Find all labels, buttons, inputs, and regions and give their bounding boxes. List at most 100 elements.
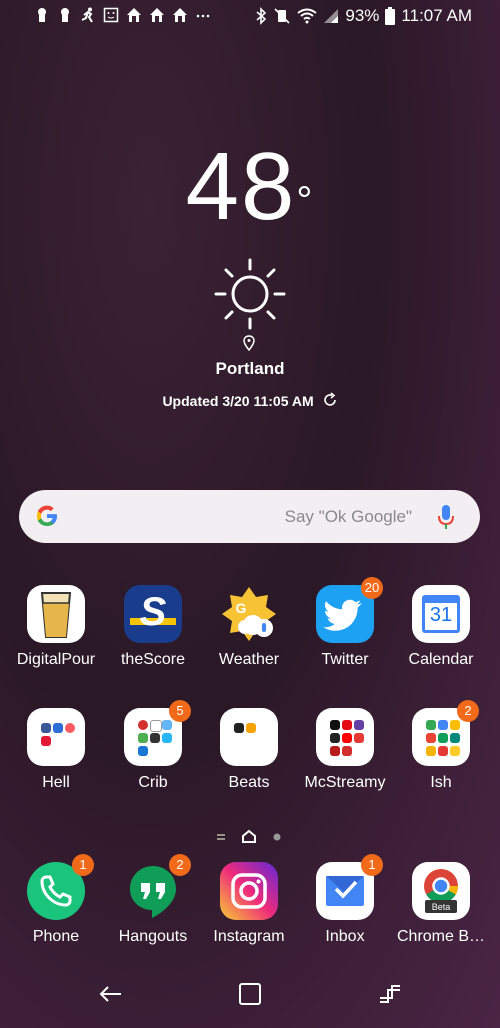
- updated-text: Updated 3/20 11:05 AM: [162, 393, 314, 409]
- folder-icon: 5: [124, 700, 191, 766]
- mini-app-icon: [450, 733, 460, 743]
- temperature-value: 48: [185, 133, 297, 240]
- folder-icon: 2: [412, 700, 479, 766]
- folder-icon: [316, 708, 374, 766]
- app-label: Crib: [138, 774, 168, 791]
- vibrate-mute-icon: [274, 8, 290, 24]
- folder-hell[interactable]: Hell: [8, 708, 104, 792]
- mini-app-icon: [426, 746, 436, 756]
- temperature: 48°: [0, 132, 500, 242]
- battery-percent: 93%: [345, 6, 380, 25]
- google-search-bar[interactable]: Say "Ok Google": [19, 490, 480, 543]
- app-calendar[interactable]: 31 Calendar: [393, 585, 489, 669]
- digitalpour-icon: [27, 585, 85, 643]
- mini-app-icon: [162, 720, 172, 730]
- status-bar: 93% 11:07 AM: [0, 0, 500, 34]
- app-label: Beats: [228, 774, 270, 791]
- app-label: Calendar: [408, 651, 474, 668]
- instagram-icon: [220, 862, 278, 920]
- app-label: Phone: [32, 928, 80, 945]
- app-chrome-beta[interactable]: Beta Chrome B…: [393, 862, 489, 946]
- app-label: theScore: [120, 651, 186, 668]
- location-pin-icon: [243, 335, 255, 351]
- app-label: McStreamy: [304, 774, 386, 791]
- wifi-icon: [297, 8, 318, 24]
- notification-icons: [34, 7, 211, 23]
- back-button[interactable]: [97, 980, 125, 1008]
- app-weather[interactable]: G Weather: [201, 585, 297, 669]
- mini-app-icon: [330, 733, 340, 743]
- notification-badge: 5: [169, 700, 191, 722]
- mini-app-icon: [438, 720, 448, 730]
- folder-mcstreamy[interactable]: McStreamy: [297, 708, 393, 792]
- phone-icon: 1: [27, 854, 94, 920]
- svg-text:G: G: [236, 600, 247, 616]
- chrome-beta-icon: Beta: [412, 862, 470, 920]
- app-label: DigitalPour: [16, 651, 96, 668]
- notification-badge: 20: [361, 577, 383, 599]
- mini-app-icon: [426, 733, 436, 743]
- google-logo-icon: [37, 505, 57, 526]
- notification-badge: 1: [361, 854, 383, 876]
- bluetooth-icon: [256, 7, 267, 25]
- mini-app-icon: [138, 733, 148, 743]
- folder-beats[interactable]: Beats: [201, 708, 297, 792]
- mini-app-icon: [150, 720, 162, 732]
- clock: 11:07 AM: [401, 6, 472, 25]
- smiley-box-icon: [103, 7, 119, 23]
- mini-app-icon: [41, 723, 51, 733]
- notification-badge: 2: [169, 854, 191, 876]
- more-notifications-icon: [196, 14, 210, 18]
- recent-apps-button[interactable]: [376, 980, 404, 1008]
- app-instagram[interactable]: Instagram: [201, 862, 297, 946]
- app-hangouts[interactable]: 2 Hangouts: [105, 854, 201, 946]
- folder-icon: [27, 708, 85, 766]
- degree-symbol: °: [296, 179, 315, 223]
- mini-app-icon: [41, 736, 51, 746]
- keyhole-icon: [61, 8, 69, 22]
- weather-app-icon: G: [220, 585, 278, 643]
- mini-app-icon: [354, 720, 364, 730]
- folder-crib[interactable]: 5 Crib: [105, 700, 201, 792]
- app-inbox[interactable]: 1 Inbox: [297, 854, 393, 946]
- home-icon: [173, 8, 187, 22]
- twitter-icon: 20: [316, 577, 383, 643]
- app-thescore[interactable]: S theScore: [105, 585, 201, 669]
- mini-app-icon: [234, 723, 244, 733]
- app-label: Inbox: [325, 928, 365, 945]
- folder-icon: [220, 708, 278, 766]
- mini-app-icon: [330, 720, 340, 730]
- hangouts-icon: 2: [124, 854, 191, 920]
- notification-badge: 1: [72, 854, 94, 876]
- app-twitter[interactable]: 20 Twitter: [297, 577, 393, 669]
- app-digitalpour[interactable]: DigitalPour: [8, 585, 104, 669]
- calendar-day: 31: [429, 604, 453, 626]
- search-placeholder: Say "Ok Google": [284, 507, 412, 526]
- svg-text:S: S: [140, 590, 167, 634]
- inbox-icon: 1: [316, 854, 383, 920]
- beta-tag: Beta: [431, 902, 451, 912]
- mini-app-icon: [438, 746, 448, 756]
- sunny-icon: [214, 258, 286, 330]
- app-label: Hangouts: [118, 928, 188, 945]
- mini-app-icon: [450, 720, 460, 730]
- app-label: Instagram: [213, 928, 285, 945]
- app-label: Weather: [218, 651, 280, 668]
- thescore-icon: S: [124, 585, 182, 643]
- mini-app-icon: [330, 746, 340, 756]
- app-phone[interactable]: 1 Phone: [8, 854, 104, 946]
- app-label: Twitter: [321, 651, 369, 668]
- microphone-icon[interactable]: [436, 503, 456, 531]
- app-label: Ish: [430, 774, 452, 791]
- mini-app-icon: [150, 733, 160, 743]
- weather-updated: Updated 3/20 11:05 AM: [0, 392, 500, 409]
- mini-app-icon: [162, 733, 172, 743]
- page-indicator: [0, 828, 500, 848]
- folder-ish[interactable]: 2 Ish: [393, 700, 489, 792]
- calendar-icon: 31: [412, 585, 470, 643]
- refresh-icon[interactable]: [322, 392, 338, 408]
- navigation-bar: [0, 966, 500, 1028]
- mini-app-icon: [138, 746, 148, 756]
- signal-icon: [324, 9, 339, 23]
- home-button[interactable]: [236, 980, 264, 1008]
